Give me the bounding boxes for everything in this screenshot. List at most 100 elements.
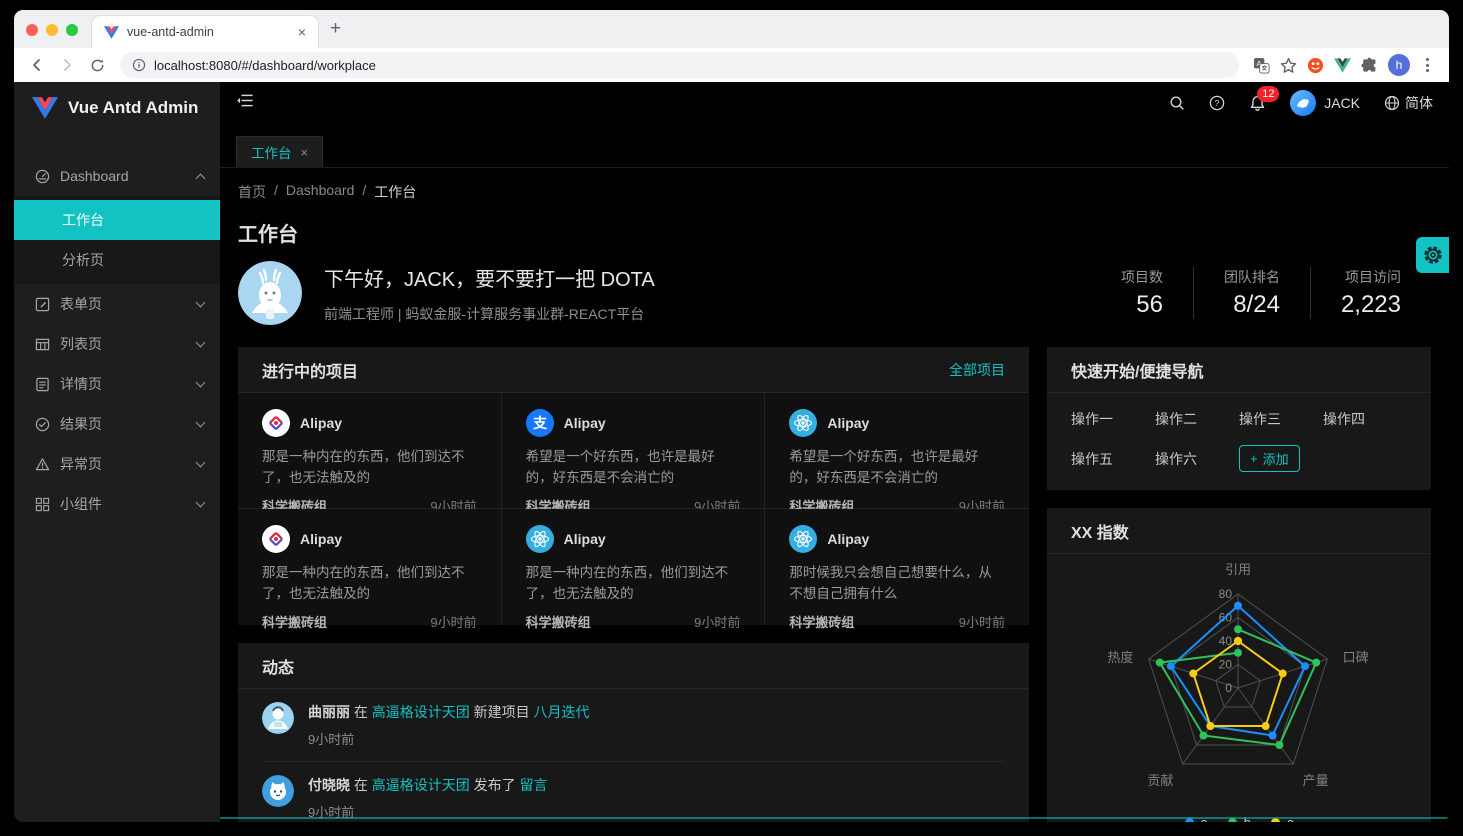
macos-traffic-lights[interactable] [14, 24, 92, 48]
breadcrumb-dashboard[interactable]: Dashboard [286, 182, 355, 202]
address-bar[interactable]: localhost:8080/#/dashboard/workplace [120, 52, 1239, 78]
help-icon[interactable]: ? [1209, 95, 1225, 111]
sidebar-item-exception[interactable]: 异常页 [14, 444, 220, 484]
bottom-scroll-indicator [220, 817, 1449, 819]
activity-card: 动态 曲丽丽 在 高逼格设计天团 [238, 643, 1029, 822]
activity-target-link[interactable]: 八月迭代 [534, 704, 590, 720]
quicknav-link-4[interactable]: 操作四 [1323, 409, 1407, 429]
antd-logo-icon [262, 409, 290, 437]
svg-text:?: ? [1215, 98, 1220, 108]
quicknav-link-5[interactable]: 操作五 [1071, 449, 1155, 469]
dashboard-icon [34, 169, 50, 184]
tab-close-icon[interactable]: × [294, 23, 310, 41]
chevron-down-icon [196, 338, 206, 348]
close-window-button[interactable] [26, 24, 38, 36]
tab-close-icon[interactable]: × [301, 145, 309, 160]
quicknav-link-6[interactable]: 操作六 [1155, 449, 1239, 469]
page-title: 工作台 [238, 218, 1431, 247]
project-group-link[interactable]: 科学搬砖组 [262, 612, 327, 631]
breadcrumb: 首页 / Dashboard / 工作台 [238, 182, 1431, 202]
new-tab-button[interactable]: + [318, 18, 353, 48]
url-text: localhost:8080/#/dashboard/workplace [154, 58, 376, 73]
activity-user-avatar [262, 775, 294, 807]
user-name: JACK [1324, 95, 1360, 111]
sidebar-item-analysis[interactable]: 分析页 [14, 240, 220, 280]
project-card[interactable]: Alipay 那是一种内在的东西，他们到达不了，也无法触及的 科学搬砖组9小时前 [238, 393, 502, 509]
browser-toolbar: localhost:8080/#/dashboard/workplace A h [14, 48, 1449, 82]
extensions-puzzle-icon[interactable] [1361, 57, 1378, 74]
forward-button[interactable] [54, 52, 80, 78]
plus-icon: + [1250, 451, 1258, 466]
bookmark-star-icon[interactable] [1280, 57, 1297, 74]
activity-card-title: 动态 [262, 654, 294, 678]
back-button[interactable] [24, 52, 50, 78]
project-group-link[interactable]: 科学搬砖组 [789, 612, 854, 631]
activity-target-link[interactable]: 留言 [520, 777, 548, 793]
project-card[interactable]: 支 Alipay 希望是一个好东西，也许是最好的，好东西是不会消亡的 科学搬砖组… [502, 393, 766, 509]
sidebar-item-widgets[interactable]: 小组件 [14, 484, 220, 524]
language-switcher[interactable]: 简体 [1384, 93, 1433, 113]
svg-text:20: 20 [1219, 658, 1233, 672]
chevron-down-icon [196, 298, 206, 308]
menu-fold-icon[interactable] [236, 93, 253, 113]
quicknav-link-3[interactable]: 操作三 [1239, 409, 1323, 429]
quicknav-link-1[interactable]: 操作一 [1071, 409, 1155, 429]
browser-profile-avatar[interactable]: h [1388, 54, 1410, 76]
search-icon[interactable] [1169, 95, 1185, 111]
chevron-down-icon [196, 458, 206, 468]
stats-row: 项目数 56 团队排名 8/24 项目访问 2,223 [1091, 267, 1431, 319]
stat-team-rank: 团队排名 8/24 [1193, 267, 1310, 319]
user-menu[interactable]: JACK [1290, 90, 1360, 116]
project-card[interactable]: Alipay 那是一种内在的东西，他们到达不了，也无法触及的 科学搬砖组9小时前 [238, 509, 502, 625]
activity-user[interactable]: 付晓晓 [308, 777, 350, 793]
vue-devtools-icon[interactable] [1334, 58, 1351, 73]
chevron-down-icon [196, 378, 206, 388]
main-area: ? 12 JACK 简体 工作台 [220, 82, 1449, 822]
sidebar-item-form[interactable]: 表单页 [14, 284, 220, 324]
project-card[interactable]: Alipay 希望是一个好东西，也许是最好的，好东西是不会消亡的 科学搬砖组9小… [765, 393, 1029, 509]
chevron-down-icon [196, 498, 206, 508]
maximize-window-button[interactable] [66, 24, 78, 36]
chevron-down-icon [196, 418, 206, 428]
tab-workplace[interactable]: 工作台 × [236, 136, 323, 167]
browser-menu-icon[interactable] [1420, 58, 1435, 72]
form-icon [34, 297, 50, 312]
sidebar-item-list[interactable]: 列表页 [14, 324, 220, 364]
sidebar-item-result[interactable]: 结果页 [14, 404, 220, 444]
welcome-avatar [238, 261, 302, 325]
project-card[interactable]: Alipay 那时候我只会想自己想要什么，从不想自己拥有什么 科学搬砖组9小时前 [765, 509, 1029, 625]
project-card[interactable]: Alipay 那是一种内在的东西，他们到达不了，也无法触及的 科学搬砖组9小时前 [502, 509, 766, 625]
projects-grid: Alipay 那是一种内在的东西，他们到达不了，也无法触及的 科学搬砖组9小时前… [238, 393, 1029, 625]
translate-icon[interactable]: A [1253, 57, 1270, 74]
page-info-icon[interactable] [132, 58, 146, 72]
project-group-link[interactable]: 科学搬砖组 [526, 612, 591, 631]
reload-button[interactable] [84, 52, 110, 78]
notification-bell-icon[interactable]: 12 [1249, 95, 1266, 112]
activity-user[interactable]: 曲丽丽 [308, 704, 350, 720]
notification-badge: 12 [1257, 86, 1279, 102]
browser-tab[interactable]: vue-antd-admin × [92, 16, 318, 48]
settings-gear-button[interactable] [1416, 237, 1449, 273]
sidebar-item-workplace[interactable]: 工作台 [14, 200, 220, 240]
sidebar-item-detail[interactable]: 详情页 [14, 364, 220, 404]
svg-text:贡献: 贡献 [1147, 773, 1173, 788]
breadcrumb-home[interactable]: 首页 [238, 182, 266, 202]
radar-chart: 020406080引用口碑产量贡献热度 abc [1047, 554, 1431, 822]
app-header: ? 12 JACK 简体 [220, 82, 1449, 124]
svg-text:引用: 引用 [1225, 562, 1251, 577]
all-projects-link[interactable]: 全部项目 [949, 360, 1005, 380]
activity-group-link[interactable]: 高逼格设计天团 [372, 777, 470, 793]
extension-orange-icon[interactable] [1307, 57, 1324, 74]
alipay-logo-icon: 支 [526, 409, 554, 437]
browser-window: vue-antd-admin × + localhost:8080/#/dash… [14, 10, 1449, 822]
app-logo[interactable]: Vue Antd Admin [14, 82, 220, 134]
add-button[interactable]: + 添加 [1239, 445, 1300, 472]
minimize-window-button[interactable] [46, 24, 58, 36]
welcome-description: 前端工程师 | 蚂蚁金服-计算服务事业群-REACT平台 [324, 304, 1091, 324]
breadcrumb-separator: / [362, 182, 366, 202]
breadcrumb-separator: / [274, 182, 278, 202]
quicknav-link-2[interactable]: 操作二 [1155, 409, 1239, 429]
activity-item: 曲丽丽 在 高逼格设计天团 新建项目 八月迭代 9小时前 [262, 689, 1005, 762]
activity-group-link[interactable]: 高逼格设计天团 [372, 704, 470, 720]
sidebar-item-dashboard[interactable]: Dashboard [14, 156, 220, 196]
